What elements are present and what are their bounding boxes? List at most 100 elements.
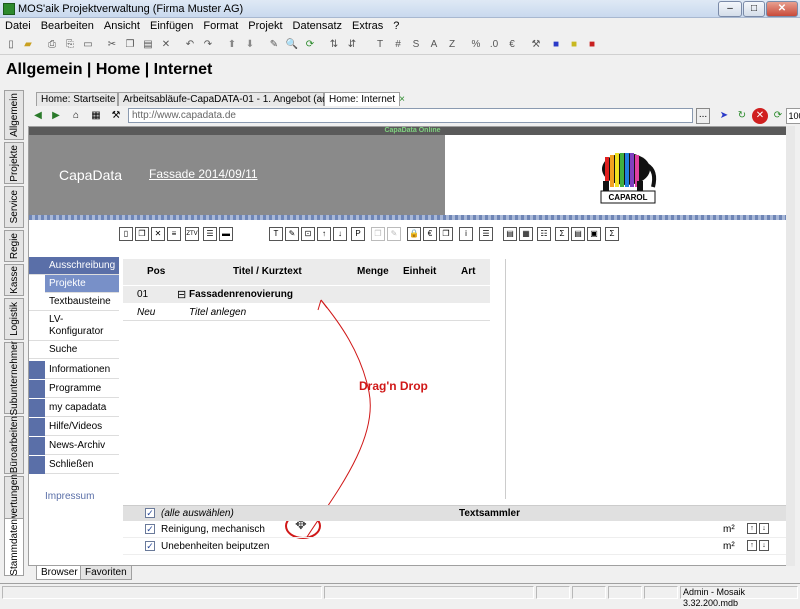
decimal-icon[interactable]: .0: [486, 37, 502, 53]
delete-icon[interactable]: ✕: [158, 37, 174, 53]
flag-icon[interactable]: ➤: [716, 108, 732, 124]
url-browse-button[interactable]: ...: [696, 108, 710, 124]
nav-news-archiv[interactable]: News-Archiv: [29, 437, 119, 455]
doc-tab-arbeitsablaeufe[interactable]: Arbeitsabläufe-CapaDATA-01 - 1. Angebot …: [118, 92, 352, 106]
outline-icon[interactable]: ☰: [203, 227, 217, 241]
delete-icon[interactable]: ✕: [151, 227, 165, 241]
doc-tab-startseite[interactable]: Home: Startseite: [36, 92, 118, 106]
user-yellow-icon[interactable]: ■: [566, 37, 582, 53]
edit-doc-icon[interactable]: ▤: [503, 227, 517, 241]
nav-textbausteine[interactable]: Textbausteine: [29, 293, 119, 311]
menu-einfuegen[interactable]: Einfügen: [145, 18, 198, 32]
s-format-icon[interactable]: S: [408, 37, 424, 53]
list-item[interactable]: ✓ Reinigung, mechanisch m² ↑ ↓: [123, 522, 794, 538]
save-icon[interactable]: ▣: [587, 227, 601, 241]
refresh-icon[interactable]: ⟳: [302, 37, 318, 53]
vertical-scrollbar[interactable]: [786, 126, 795, 566]
ztv-icon[interactable]: ZTV: [185, 227, 199, 241]
back-arrow-icon[interactable]: ◀: [30, 108, 46, 124]
minimize-button[interactable]: –: [718, 1, 742, 17]
menu-bearbeiten[interactable]: Bearbeiten: [36, 18, 99, 32]
close-tab-icon[interactable]: ×: [399, 94, 405, 105]
menu-extras[interactable]: Extras: [347, 18, 388, 32]
doc-tab-internet[interactable]: Home: Internet ×: [324, 92, 405, 106]
col-einheit[interactable]: Einheit: [403, 266, 436, 277]
print-icon[interactable]: ⎙: [44, 37, 60, 53]
undo-icon[interactable]: ↶: [182, 37, 198, 53]
page-icon[interactable]: ▭: [80, 37, 96, 53]
tools-icon[interactable]: ⚒: [108, 108, 124, 124]
bullets-icon[interactable]: ☷: [537, 227, 551, 241]
menu-ansicht[interactable]: Ansicht: [99, 18, 145, 32]
text-format-icon[interactable]: T: [372, 37, 388, 53]
move-up-button[interactable]: ↑: [747, 523, 757, 534]
user-red-icon[interactable]: ■: [584, 37, 600, 53]
z-format-icon[interactable]: Z: [444, 37, 460, 53]
url-input[interactable]: [128, 108, 693, 123]
p-icon[interactable]: P: [351, 227, 365, 241]
tab-allgemein[interactable]: Allgemein: [4, 90, 24, 140]
nav-suche[interactable]: Suche: [29, 341, 119, 359]
tab-subunternehmer[interactable]: Subunternehmer: [4, 341, 24, 415]
sort-descending-icon[interactable]: ⇵: [344, 37, 360, 53]
euro-icon[interactable]: €: [423, 227, 437, 241]
pen-icon[interactable]: ✎: [285, 227, 299, 241]
select-all-checkbox[interactable]: ✓: [145, 508, 155, 518]
copy-euro-icon[interactable]: ❐: [439, 227, 453, 241]
nav-projekte[interactable]: Projekte: [45, 275, 119, 293]
tab-logistik[interactable]: Logistik: [4, 298, 24, 340]
move-down-icon[interactable]: ⬇: [242, 37, 258, 53]
nav-programme[interactable]: Programme: [29, 380, 119, 398]
impressum-link[interactable]: Impressum: [45, 491, 94, 502]
redo-icon[interactable]: ↷: [200, 37, 216, 53]
table-icon[interactable]: ▦: [519, 227, 533, 241]
copy-icon[interactable]: ❐: [122, 37, 138, 53]
home-icon[interactable]: ⌂: [68, 108, 84, 124]
tab-service[interactable]: Service: [4, 186, 24, 228]
up-icon[interactable]: ↑: [317, 227, 331, 241]
a-format-icon[interactable]: A: [426, 37, 442, 53]
move-up-button[interactable]: ↑: [747, 540, 757, 551]
sort-ascending-icon[interactable]: ⇅: [326, 37, 342, 53]
project-link[interactable]: Fassade 2014/09/11: [149, 167, 258, 181]
print-preview-icon[interactable]: ⎘: [62, 37, 78, 53]
page-list-icon[interactable]: ▤: [571, 227, 585, 241]
menu-format[interactable]: Format: [198, 18, 243, 32]
list-icon[interactable]: ≡: [167, 227, 181, 241]
new-icon[interactable]: ▯: [119, 227, 133, 241]
close-button[interactable]: ✕: [766, 1, 798, 17]
menu-datei[interactable]: Datei: [0, 18, 36, 32]
nav-informationen[interactable]: Informationen: [29, 361, 119, 379]
tab-browser[interactable]: Browser: [36, 566, 83, 580]
reload-icon[interactable]: ↻: [734, 108, 750, 124]
document-t-icon[interactable]: T: [269, 227, 283, 241]
currency-icon[interactable]: €: [504, 37, 520, 53]
nav-lv-konfigurator[interactable]: LV- Konfigurator: [29, 311, 119, 341]
col-menge[interactable]: Menge: [357, 266, 389, 277]
zoom-level[interactable]: 100%: [786, 108, 800, 124]
col-art[interactable]: Art: [461, 266, 475, 277]
move-down-button[interactable]: ↓: [759, 540, 769, 551]
move-down-button[interactable]: ↓: [759, 523, 769, 534]
nav-my-capadata[interactable]: my capadata: [29, 399, 119, 417]
info-icon[interactable]: i: [459, 227, 473, 241]
user-blue-icon[interactable]: ■: [548, 37, 564, 53]
nav-hilfe-videos[interactable]: Hilfe/Videos: [29, 418, 119, 436]
item-checkbox[interactable]: ✓: [145, 541, 155, 551]
collapse-icon[interactable]: ⊟: [177, 288, 186, 301]
find-icon[interactable]: 🔍: [284, 37, 300, 53]
nav-schliessen[interactable]: Schließen: [29, 456, 119, 474]
tool-icon[interactable]: ⚒: [528, 37, 544, 53]
forward-arrow-icon[interactable]: ▶: [48, 108, 64, 124]
tab-regie[interactable]: Regie: [4, 230, 24, 262]
stop-icon[interactable]: ✕: [752, 108, 768, 124]
text-list-icon[interactable]: ☰: [479, 227, 493, 241]
edit-icon[interactable]: ✎: [266, 37, 282, 53]
total-sum-icon[interactable]: Σ: [605, 227, 619, 241]
tab-stammdaten[interactable]: Stammdaten: [4, 518, 24, 576]
new-document-icon[interactable]: ▯: [3, 37, 19, 53]
tab-kasse[interactable]: Kasse: [4, 264, 24, 296]
text-icon[interactable]: ▬: [219, 227, 233, 241]
menu-help[interactable]: ?: [388, 18, 404, 32]
col-pos[interactable]: Pos: [147, 266, 165, 277]
